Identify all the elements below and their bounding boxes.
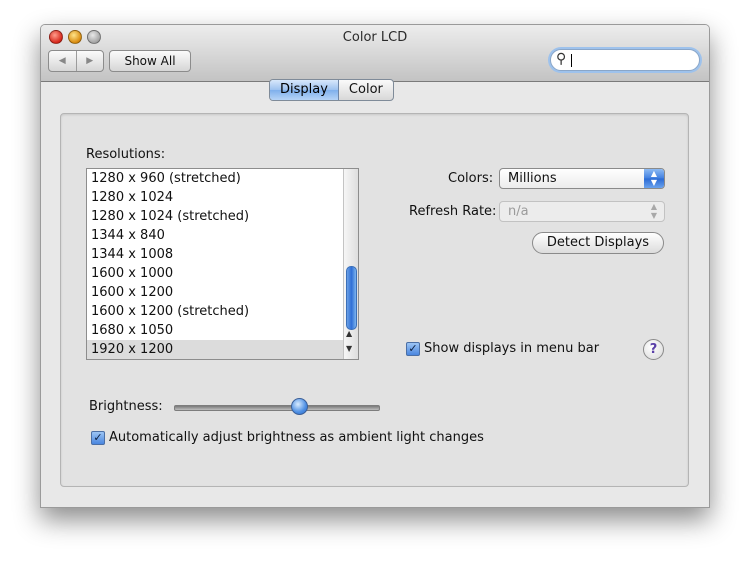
list-item-selected[interactable]: 1920 x 1200 — [87, 340, 358, 359]
colors-popup[interactable]: Millions ▲ ▼ — [499, 168, 665, 189]
list-item[interactable]: 1280 x 1024 (stretched) — [87, 207, 358, 226]
list-item[interactable]: 1600 x 1000 — [87, 264, 358, 283]
help-button[interactable]: ? — [643, 339, 664, 360]
list-item[interactable]: 1280 x 1024 — [87, 188, 358, 207]
list-item[interactable]: 1600 x 1200 — [87, 283, 358, 302]
list-scrollbar[interactable]: ▲ ▼ — [343, 169, 358, 359]
show-displays-label: Show displays in menu bar — [424, 341, 600, 356]
scrollbar-thumb[interactable] — [346, 266, 357, 330]
show-displays-checkbox[interactable]: ✓ — [406, 342, 420, 356]
refresh-rate-label: Refresh Rate: — [409, 204, 497, 219]
title-bar[interactable]: Color LCD ◀ ▶ Show All ⚲ — [41, 25, 709, 82]
text-cursor — [571, 54, 572, 67]
list-item[interactable]: 1680 x 1050 — [87, 321, 358, 340]
scroll-down-arrow-icon[interactable]: ▼ — [346, 344, 352, 353]
refresh-rate-popup[interactable]: n/a ▲ ▼ — [499, 201, 665, 222]
forward-arrow-icon[interactable]: ▶ — [75, 51, 104, 71]
popup-arrows-icon: ▲ ▼ — [650, 202, 658, 220]
resolutions-label: Resolutions: — [86, 147, 166, 162]
show-all-button[interactable]: Show All — [109, 50, 191, 72]
refresh-rate-value: n/a — [508, 204, 529, 219]
tab-bar: Display Color — [269, 79, 394, 101]
list-item[interactable]: 1344 x 1008 — [87, 245, 358, 264]
list-item[interactable]: 1280 x 960 (stretched) — [87, 169, 358, 188]
list-item[interactable]: 1344 x 840 — [87, 226, 358, 245]
scroll-up-arrow-icon[interactable]: ▲ — [346, 329, 352, 338]
popup-arrows-icon: ▲ ▼ — [644, 169, 664, 188]
navigation-segment: ◀ ▶ — [48, 50, 104, 72]
list-item[interactable]: 1600 x 1200 (stretched) — [87, 302, 358, 321]
brightness-label: Brightness: — [89, 399, 163, 414]
resolutions-list[interactable]: 1280 x 960 (stretched) 1280 x 1024 1280 … — [86, 168, 359, 360]
search-icon: ⚲ — [556, 51, 567, 67]
back-arrow-icon[interactable]: ◀ — [49, 51, 76, 71]
detect-displays-button[interactable]: Detect Displays — [532, 232, 664, 254]
brightness-slider-knob[interactable] — [290, 398, 308, 415]
window-title: Color LCD — [342, 30, 408, 45]
colors-value: Millions — [508, 171, 557, 186]
auto-brightness-label: Automatically adjust brightness as ambie… — [109, 430, 484, 445]
tab-color[interactable]: Color — [339, 80, 393, 100]
tab-display[interactable]: Display — [270, 80, 339, 100]
brightness-slider-track[interactable] — [174, 405, 380, 411]
search-field[interactable]: ⚲ — [550, 49, 700, 71]
colors-label: Colors: — [448, 171, 494, 186]
auto-brightness-checkbox[interactable]: ✓ — [91, 431, 105, 445]
